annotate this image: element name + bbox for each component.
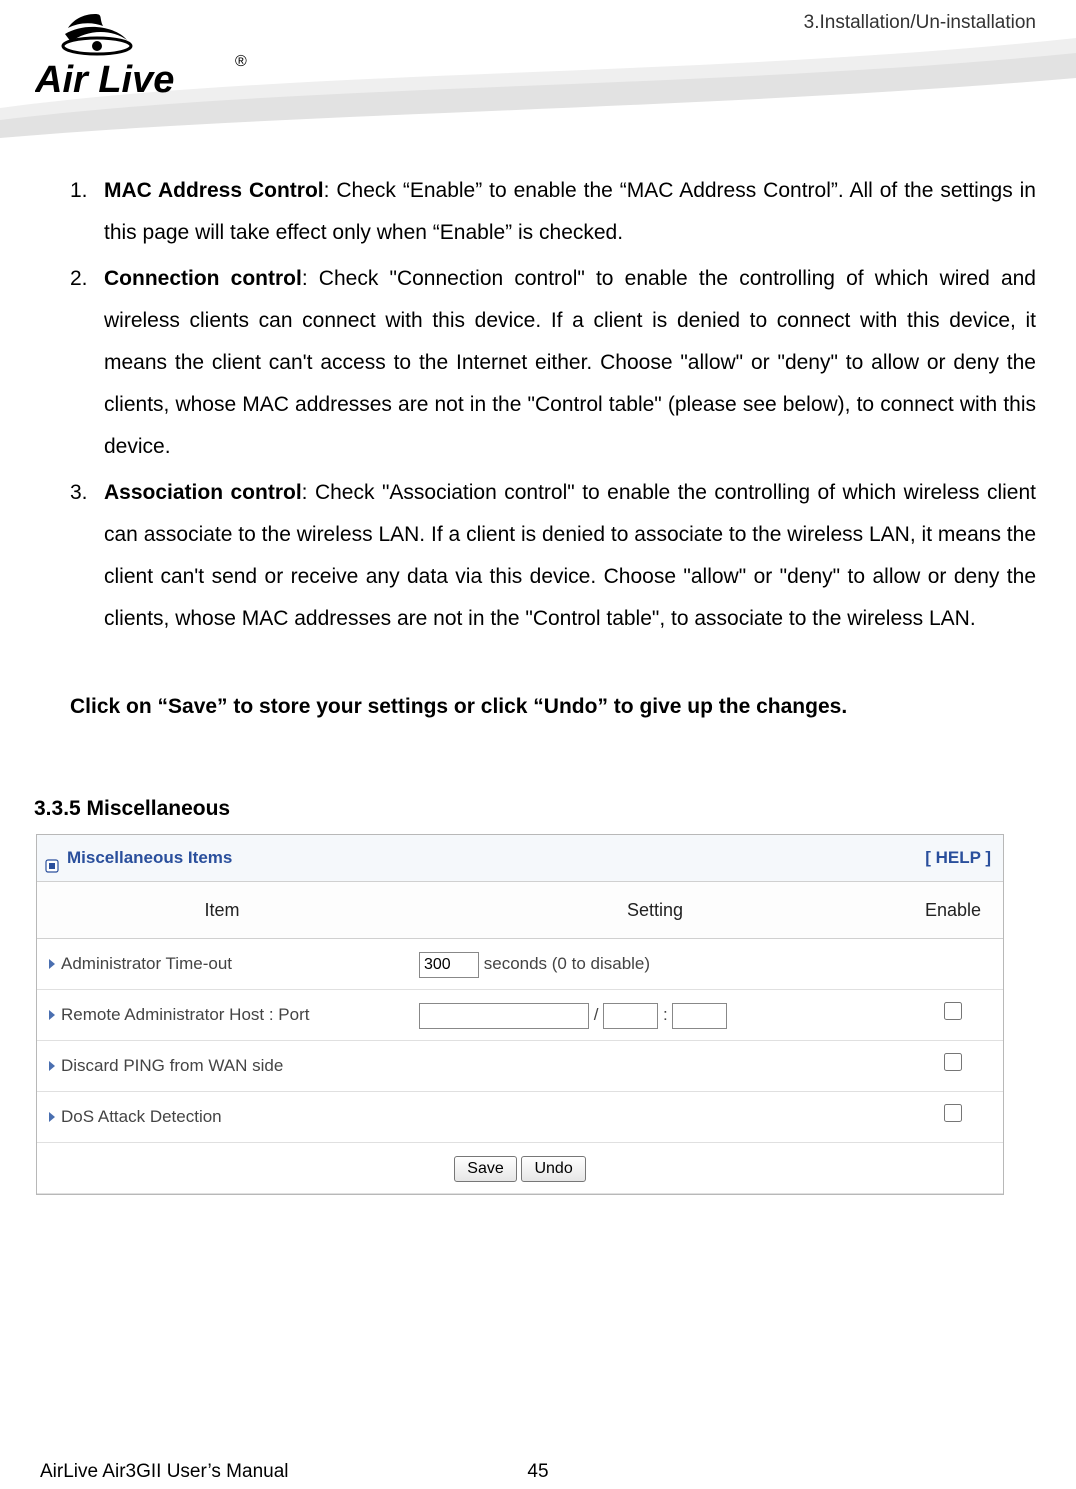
list-item: 3. Association control: Check "Associati… [70, 472, 1036, 640]
page-number: 45 [527, 1461, 548, 1483]
logo-reg: ® [235, 53, 247, 70]
table-row: Discard PING from WAN side [37, 1041, 1003, 1092]
list-number: 3. [70, 472, 104, 640]
logo-text: Air Live [35, 59, 174, 101]
undo-button[interactable]: Undo [521, 1156, 585, 1182]
triangle-icon [49, 1061, 55, 1071]
timeout-input[interactable] [419, 952, 479, 978]
row-label: Discard PING from WAN side [61, 1049, 283, 1083]
help-link[interactable]: [ HELP ] [925, 841, 991, 875]
table-row: DoS Attack Detection [37, 1092, 1003, 1143]
save-note: Click on “Save” to store your settings o… [70, 686, 1036, 728]
list-lead: MAC Address Control [104, 179, 324, 202]
ping-enable-checkbox[interactable] [944, 1053, 962, 1071]
remote-port-input[interactable] [672, 1003, 727, 1029]
row-label: Administrator Time-out [61, 947, 232, 981]
table-row: Remote Administrator Host : Port / : [37, 990, 1003, 1041]
row-label: Remote Administrator Host : Port [61, 998, 309, 1032]
list-lead: Association control [104, 481, 302, 504]
misc-panel: Miscellaneous Items [ HELP ] Item Settin… [36, 834, 1004, 1195]
col-enable: Enable [903, 882, 1003, 939]
section-heading: 3.3.5 Miscellaneous [34, 788, 1036, 830]
list-item: 2. Connection control: Check "Connection… [70, 258, 1036, 468]
footer-title: AirLive Air3GII User’s Manual [40, 1461, 289, 1483]
panel-bullet-icon [45, 851, 59, 865]
remote-enable-checkbox[interactable] [944, 1002, 962, 1020]
save-button[interactable]: Save [454, 1156, 516, 1182]
col-setting: Setting [407, 882, 903, 939]
triangle-icon [49, 1112, 55, 1122]
breadcrumb: 3.Installation/Un-installation [804, 12, 1036, 34]
list-lead: Connection control [104, 267, 302, 290]
separator-slash: / [594, 1005, 599, 1024]
list-body: : Check "Connection control" to enable t… [104, 267, 1036, 458]
list-number: 2. [70, 258, 104, 468]
separator-colon: : [663, 1005, 668, 1024]
col-item: Item [37, 882, 407, 939]
triangle-icon [49, 1010, 55, 1020]
brand-logo: Air Live ® [35, 12, 265, 104]
table-row: Administrator Time-out seconds (0 to dis… [37, 939, 1003, 990]
remote-mask-input[interactable] [603, 1003, 658, 1029]
button-row: Save Undo [37, 1143, 1003, 1194]
timeout-suffix: seconds (0 to disable) [484, 954, 650, 973]
triangle-icon [49, 959, 55, 969]
remote-host-input[interactable] [419, 1003, 589, 1029]
dos-enable-checkbox[interactable] [944, 1104, 962, 1122]
panel-title: Miscellaneous Items [67, 841, 232, 875]
row-label: DoS Attack Detection [61, 1100, 222, 1134]
list-number: 1. [70, 170, 104, 254]
list-item: 1. MAC Address Control: Check “Enable” t… [70, 170, 1036, 254]
